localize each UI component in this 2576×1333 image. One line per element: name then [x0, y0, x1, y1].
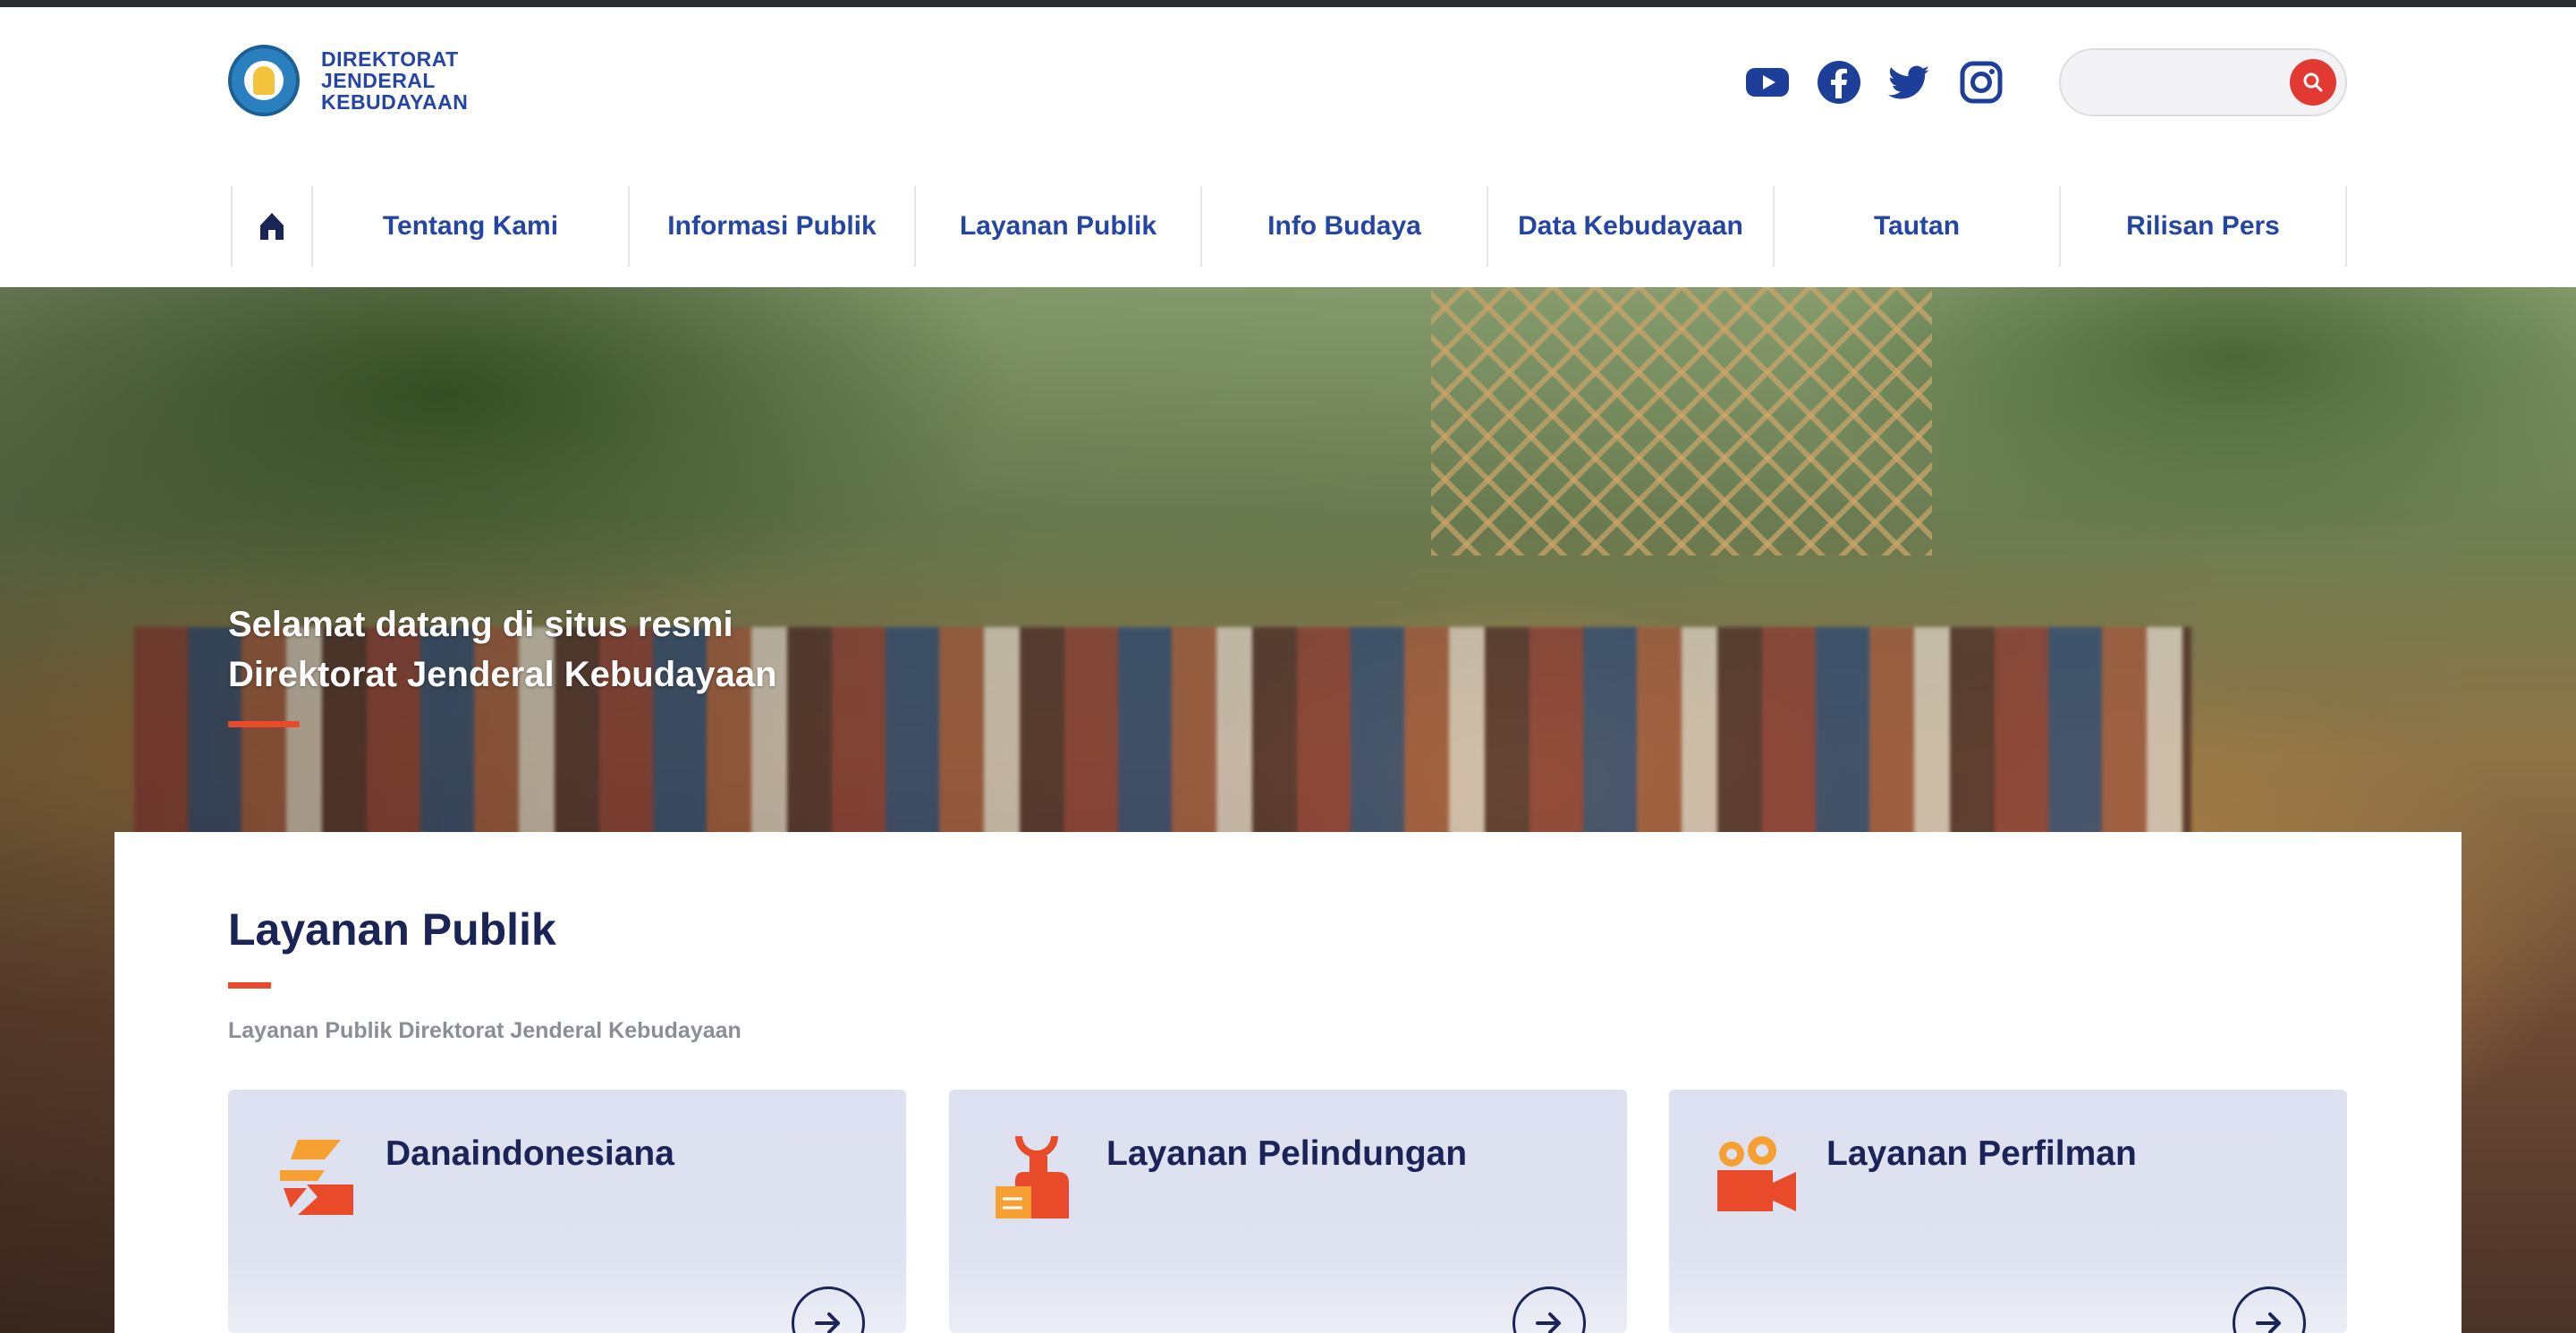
arrow-right-icon[interactable]: [2233, 1286, 2306, 1333]
arrow-right-icon[interactable]: [792, 1286, 865, 1333]
youtube-icon[interactable]: [1741, 55, 1794, 109]
main-nav: Tentang Kami Informasi Publik Layanan Pu…: [231, 186, 2347, 267]
twitter-icon[interactable]: [1883, 55, 1936, 109]
logo-line-2: JENDERAL: [321, 69, 436, 92]
instagram-icon[interactable]: [1954, 55, 2008, 109]
nav-home[interactable]: [231, 186, 313, 267]
nav-item-informasi-publik[interactable]: Informasi Publik: [630, 186, 916, 267]
nav-item-tautan[interactable]: Tautan: [1775, 186, 2061, 267]
search-input[interactable]: [2082, 66, 2279, 98]
arrow-right-icon[interactable]: [1513, 1286, 1586, 1333]
nav-item-rilisan-pers[interactable]: Rilisan Pers: [2061, 186, 2347, 267]
section-title: Layanan Publik: [228, 904, 556, 955]
section-subtitle: Layanan Publik Direktorat Jenderal Kebud…: [228, 1018, 741, 1043]
top-strip: [0, 0, 2576, 7]
service-card-label: Layanan Perfilman: [1826, 1134, 2137, 1173]
logo-line-3: KEBUDAYAAN: [321, 90, 469, 114]
hero-line-1: Selamat datang di situs resmi: [228, 605, 733, 644]
site-logo[interactable]: DIREKTORAT JENDERAL KEBUDAYAAN: [228, 45, 468, 116]
hero-accent-bar: [228, 721, 300, 727]
nav-item-layanan-publik[interactable]: Layanan Publik: [916, 186, 1202, 267]
search-button[interactable]: [2290, 59, 2336, 106]
service-card-layanan-pelindungan[interactable]: Layanan Pelindungan: [949, 1090, 1627, 1333]
search-icon: [2303, 72, 2323, 92]
nav-item-tentang-kami[interactable]: Tentang Kami: [313, 186, 630, 267]
service-card-layanan-perfilman[interactable]: Layanan Perfilman: [1669, 1090, 2347, 1333]
hero-heading: Selamat datang di situs resmi Direktorat…: [228, 599, 777, 700]
search-box: [2059, 48, 2347, 116]
services-panel: Layanan Publik Layanan Publik Direktorat…: [114, 832, 2462, 1333]
hand-coin-icon: [280, 1140, 353, 1215]
hero-line-2: Direktorat Jenderal Kebudayaan: [228, 655, 777, 694]
logo-text: DIREKTORAT JENDERAL KEBUDAYAAN: [321, 48, 468, 113]
protection-icon: [996, 1135, 1069, 1218]
service-card-label: Danaindonesiana: [386, 1134, 674, 1173]
home-icon: [260, 213, 284, 240]
section-accent-bar: [228, 982, 271, 989]
nav-item-data-kebudayaan[interactable]: Data Kebudayaan: [1488, 186, 1775, 267]
facebook-icon[interactable]: [1812, 55, 1866, 109]
film-camera-icon: [1717, 1136, 1796, 1211]
nav-item-info-budaya[interactable]: Info Budaya: [1202, 186, 1488, 267]
site-header: DIREKTORAT JENDERAL KEBUDAYAAN Tentang K…: [0, 7, 2576, 287]
service-card-danaindonesiana[interactable]: Danaindonesiana: [228, 1090, 906, 1333]
logo-line-1: DIREKTORAT: [321, 47, 459, 71]
service-card-label: Layanan Pelindungan: [1106, 1134, 1468, 1173]
emblem-icon: [228, 45, 300, 116]
